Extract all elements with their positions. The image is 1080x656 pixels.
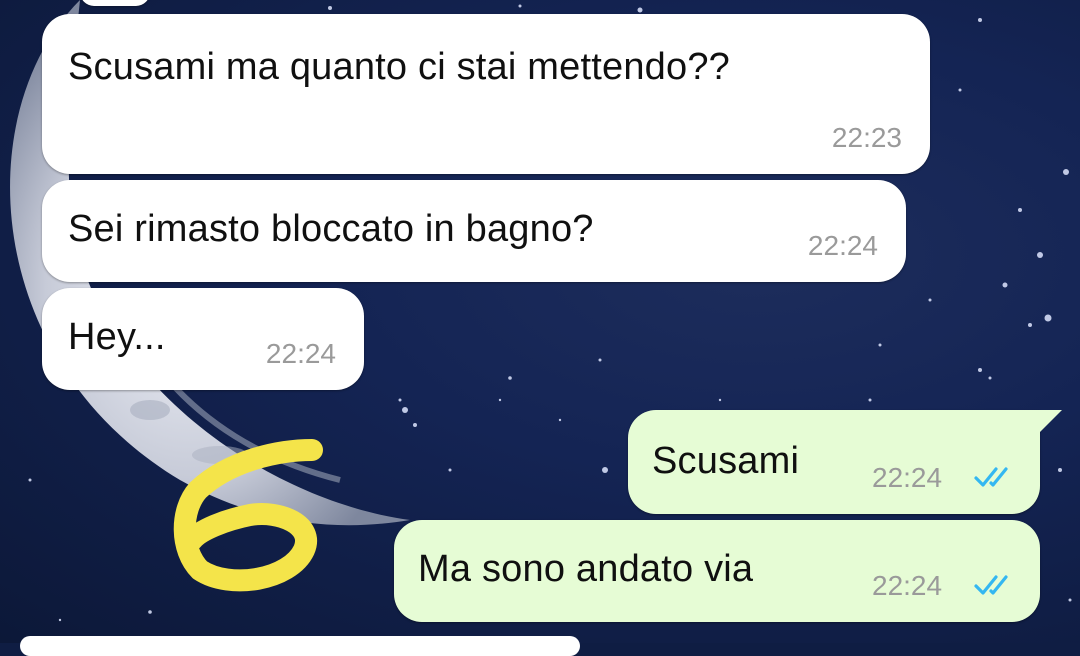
double-check-icon [974, 467, 1008, 487]
message-text: Scusami [652, 440, 800, 482]
hand-drawn-six-doodle [173, 439, 323, 592]
outgoing-message-bubble[interactable]: Scusami 22:24 [628, 410, 1062, 514]
message-text: Scusami ma quanto ci stai mettendo?? [68, 46, 730, 88]
incoming-message-bubble[interactable]: Scusami ma quanto ci stai mettendo?? 22:… [42, 14, 930, 174]
incoming-message-bubble[interactable]: Hey... 22:24 [42, 288, 364, 390]
message-timestamp: 22:23 [831, 122, 902, 153]
message-timestamp: 22:24 [265, 338, 336, 369]
message-timestamp: 22:24 [872, 462, 943, 493]
message-text: Ma sono andato via [418, 548, 754, 590]
outgoing-message-bubble[interactable]: Ma sono andato via 22:24 [394, 520, 1040, 622]
message-timestamp: 22:24 [807, 230, 878, 261]
previous-message-edge [80, 0, 150, 6]
next-message-edge [20, 636, 580, 656]
bubble-tail [1038, 410, 1062, 434]
double-check-icon [974, 575, 1008, 595]
message-text: Hey... [68, 316, 166, 358]
message-text: Sei rimasto bloccato in bagno? [68, 208, 594, 250]
incoming-message-bubble[interactable]: Sei rimasto bloccato in bagno? 22:24 [42, 180, 906, 282]
message-timestamp: 22:24 [872, 570, 943, 601]
